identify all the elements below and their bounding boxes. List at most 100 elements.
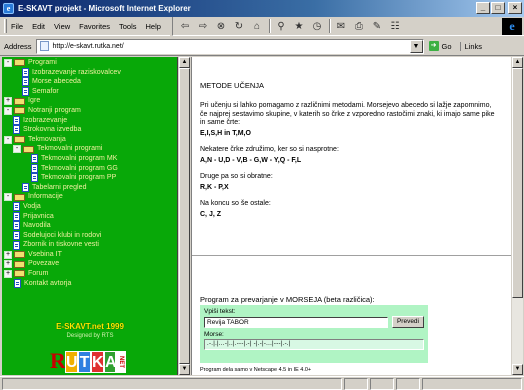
- home-icon[interactable]: ⌂: [249, 19, 265, 34]
- stop-icon[interactable]: ⊗: [213, 19, 229, 34]
- tree-item[interactable]: Tabelarni pregled: [4, 183, 177, 193]
- tree-item[interactable]: Sodelujoci klubi in rodovi: [4, 230, 177, 241]
- translate-button[interactable]: Prevedi: [391, 316, 424, 328]
- menu-tools[interactable]: Tools: [119, 22, 137, 31]
- letter-group-1: E,I,S,H in T,M,O: [200, 129, 251, 137]
- tree-item[interactable]: + Forum: [4, 269, 177, 279]
- tree-item[interactable]: - Tekmovanja: [4, 135, 177, 145]
- article: METODE UČENJA Pri učenju si lahko pomaga…: [200, 81, 500, 219]
- address-bar: Address http://e-skavt.rutka.net/ ▼ ➜ Go…: [0, 37, 524, 56]
- output-label: Morse:: [204, 331, 224, 338]
- tree-item-label: Notranji program: [28, 106, 81, 114]
- tree-item-label: Navodila: [23, 222, 51, 230]
- menu-help[interactable]: Help: [146, 22, 161, 31]
- search-icon[interactable]: ⚲: [273, 19, 289, 34]
- tree-item[interactable]: Vodja: [4, 202, 177, 212]
- collapse-icon[interactable]: -: [4, 135, 12, 144]
- paragraph-opposites: Nekatere črke združimo, ker so si naspro…: [200, 146, 339, 153]
- expand-icon[interactable]: +: [4, 97, 12, 106]
- tree-item[interactable]: Zbornik in tiskovne vesti: [4, 240, 177, 250]
- tree-item[interactable]: Tekmovalni program GG: [4, 163, 177, 174]
- tree-item[interactable]: - Informacije: [4, 192, 177, 202]
- tree-item[interactable]: - Tekmovalni programi: [4, 144, 177, 154]
- navigation-frame: - Programi Izobrazevanje raziskovalcev Mors…: [2, 57, 178, 375]
- toolbar-separator: [269, 19, 271, 33]
- scroll-thumb[interactable]: [512, 68, 523, 298]
- expand-icon[interactable]: +: [4, 260, 12, 269]
- paragraph-remaining: Na koncu so še ostale:: [200, 200, 271, 207]
- history-icon[interactable]: ◷: [309, 19, 325, 34]
- status-cell: [396, 377, 420, 390]
- nav-tree: - Programi Izobrazevanje raziskovalcev Mors…: [4, 58, 177, 289]
- edit-icon[interactable]: ✎: [369, 19, 385, 34]
- scroll-down-icon[interactable]: ▼: [179, 364, 190, 375]
- ie-app-icon: e: [3, 3, 14, 14]
- tree-item[interactable]: Morse abeceda: [4, 77, 177, 87]
- tree-item-label: Tekmovalni program PP: [41, 174, 117, 182]
- document-icon: [13, 202, 20, 212]
- tree-item[interactable]: Kontakt avtorja: [4, 278, 177, 289]
- address-input[interactable]: http://e-skavt.rutka.net/ ▼: [35, 38, 424, 54]
- document-icon: [22, 183, 29, 193]
- scroll-down-icon[interactable]: ▼: [512, 364, 523, 375]
- folder-icon: [14, 260, 25, 268]
- menubar-grip: [4, 19, 7, 33]
- collapse-icon[interactable]: -: [4, 193, 12, 202]
- menu-favorites[interactable]: Favorites: [79, 22, 110, 31]
- tree-item[interactable]: Navodila: [4, 221, 177, 231]
- tree-item[interactable]: - Notranji program: [4, 106, 177, 116]
- tree-item-label: Sodelujoci klubi in rodovi: [23, 231, 102, 239]
- scroll-thumb[interactable]: [179, 68, 190, 364]
- logo-letter: K: [91, 351, 104, 373]
- close-button[interactable]: ×: [508, 2, 522, 14]
- tree-item-label: Programi: [28, 59, 57, 66]
- scroll-up-icon[interactable]: ▲: [512, 57, 523, 68]
- tree-item-label: Semafor: [32, 87, 59, 95]
- tree-item[interactable]: + Povezave: [4, 259, 177, 269]
- page-title: METODE UČENJA: [200, 81, 265, 90]
- refresh-icon[interactable]: ↻: [231, 19, 247, 34]
- nav-scrollbar[interactable]: ▲ ▼: [179, 57, 190, 375]
- document-icon: [31, 163, 38, 173]
- tree-item[interactable]: Tekmovalni program PP: [4, 173, 177, 183]
- back-icon[interactable]: ⇦: [177, 19, 193, 34]
- expand-icon[interactable]: +: [4, 269, 12, 278]
- collapse-icon[interactable]: -: [13, 145, 21, 154]
- tree-item[interactable]: Izobrazevanje: [4, 115, 177, 126]
- text-input[interactable]: Revija TABOR: [204, 316, 388, 328]
- document-icon: [31, 173, 38, 183]
- links-button[interactable]: Links: [459, 41, 482, 51]
- menu-bar: File Edit View Favorites Tools Help: [0, 17, 170, 36]
- page-icon: [39, 41, 49, 51]
- tree-item[interactable]: + Igre: [4, 96, 177, 106]
- menu-file[interactable]: File: [11, 22, 23, 31]
- tree-item[interactable]: Izobrazevanje raziskovalcev: [4, 67, 177, 78]
- window-controls: _ □ ×: [476, 2, 522, 14]
- address-dropdown-icon[interactable]: ▼: [409, 39, 423, 53]
- tree-item[interactable]: Strokovna izvedba: [4, 125, 177, 135]
- tree-item[interactable]: Tekmovalni program MK: [4, 154, 177, 164]
- mail-icon[interactable]: ✉: [333, 19, 349, 34]
- morse-output[interactable]: .-.|.|...-|..|.---|.-| -|.-|-...|---|.-.…: [204, 339, 424, 350]
- tree-item[interactable]: Prijavnica: [4, 211, 177, 222]
- tree-item[interactable]: - Programi: [4, 58, 177, 68]
- collapse-icon[interactable]: -: [4, 58, 12, 67]
- tree-item[interactable]: Semafor: [4, 87, 177, 97]
- collapse-icon[interactable]: -: [4, 106, 12, 115]
- favorites-icon[interactable]: ★: [291, 19, 307, 34]
- go-button[interactable]: ➜ Go: [428, 41, 452, 51]
- menu-edit[interactable]: Edit: [32, 22, 45, 31]
- minimize-button[interactable]: _: [476, 2, 490, 14]
- scroll-up-icon[interactable]: ▲: [179, 57, 190, 68]
- tree-item-label: Tekmovalni programi: [37, 145, 103, 153]
- expand-icon[interactable]: +: [4, 250, 12, 259]
- maximize-button[interactable]: □: [491, 2, 505, 14]
- site-credit: Designed by RTS: [66, 333, 114, 339]
- discuss-icon[interactable]: ☷: [387, 19, 403, 34]
- menu-view[interactable]: View: [54, 22, 70, 31]
- content-scrollbar[interactable]: ▲ ▼: [512, 57, 523, 375]
- logo-net: NET: [115, 351, 126, 373]
- tree-item[interactable]: + Vsebina IT: [4, 250, 177, 260]
- print-icon[interactable]: ⎙: [351, 19, 367, 34]
- forward-icon[interactable]: ⇨: [195, 19, 211, 34]
